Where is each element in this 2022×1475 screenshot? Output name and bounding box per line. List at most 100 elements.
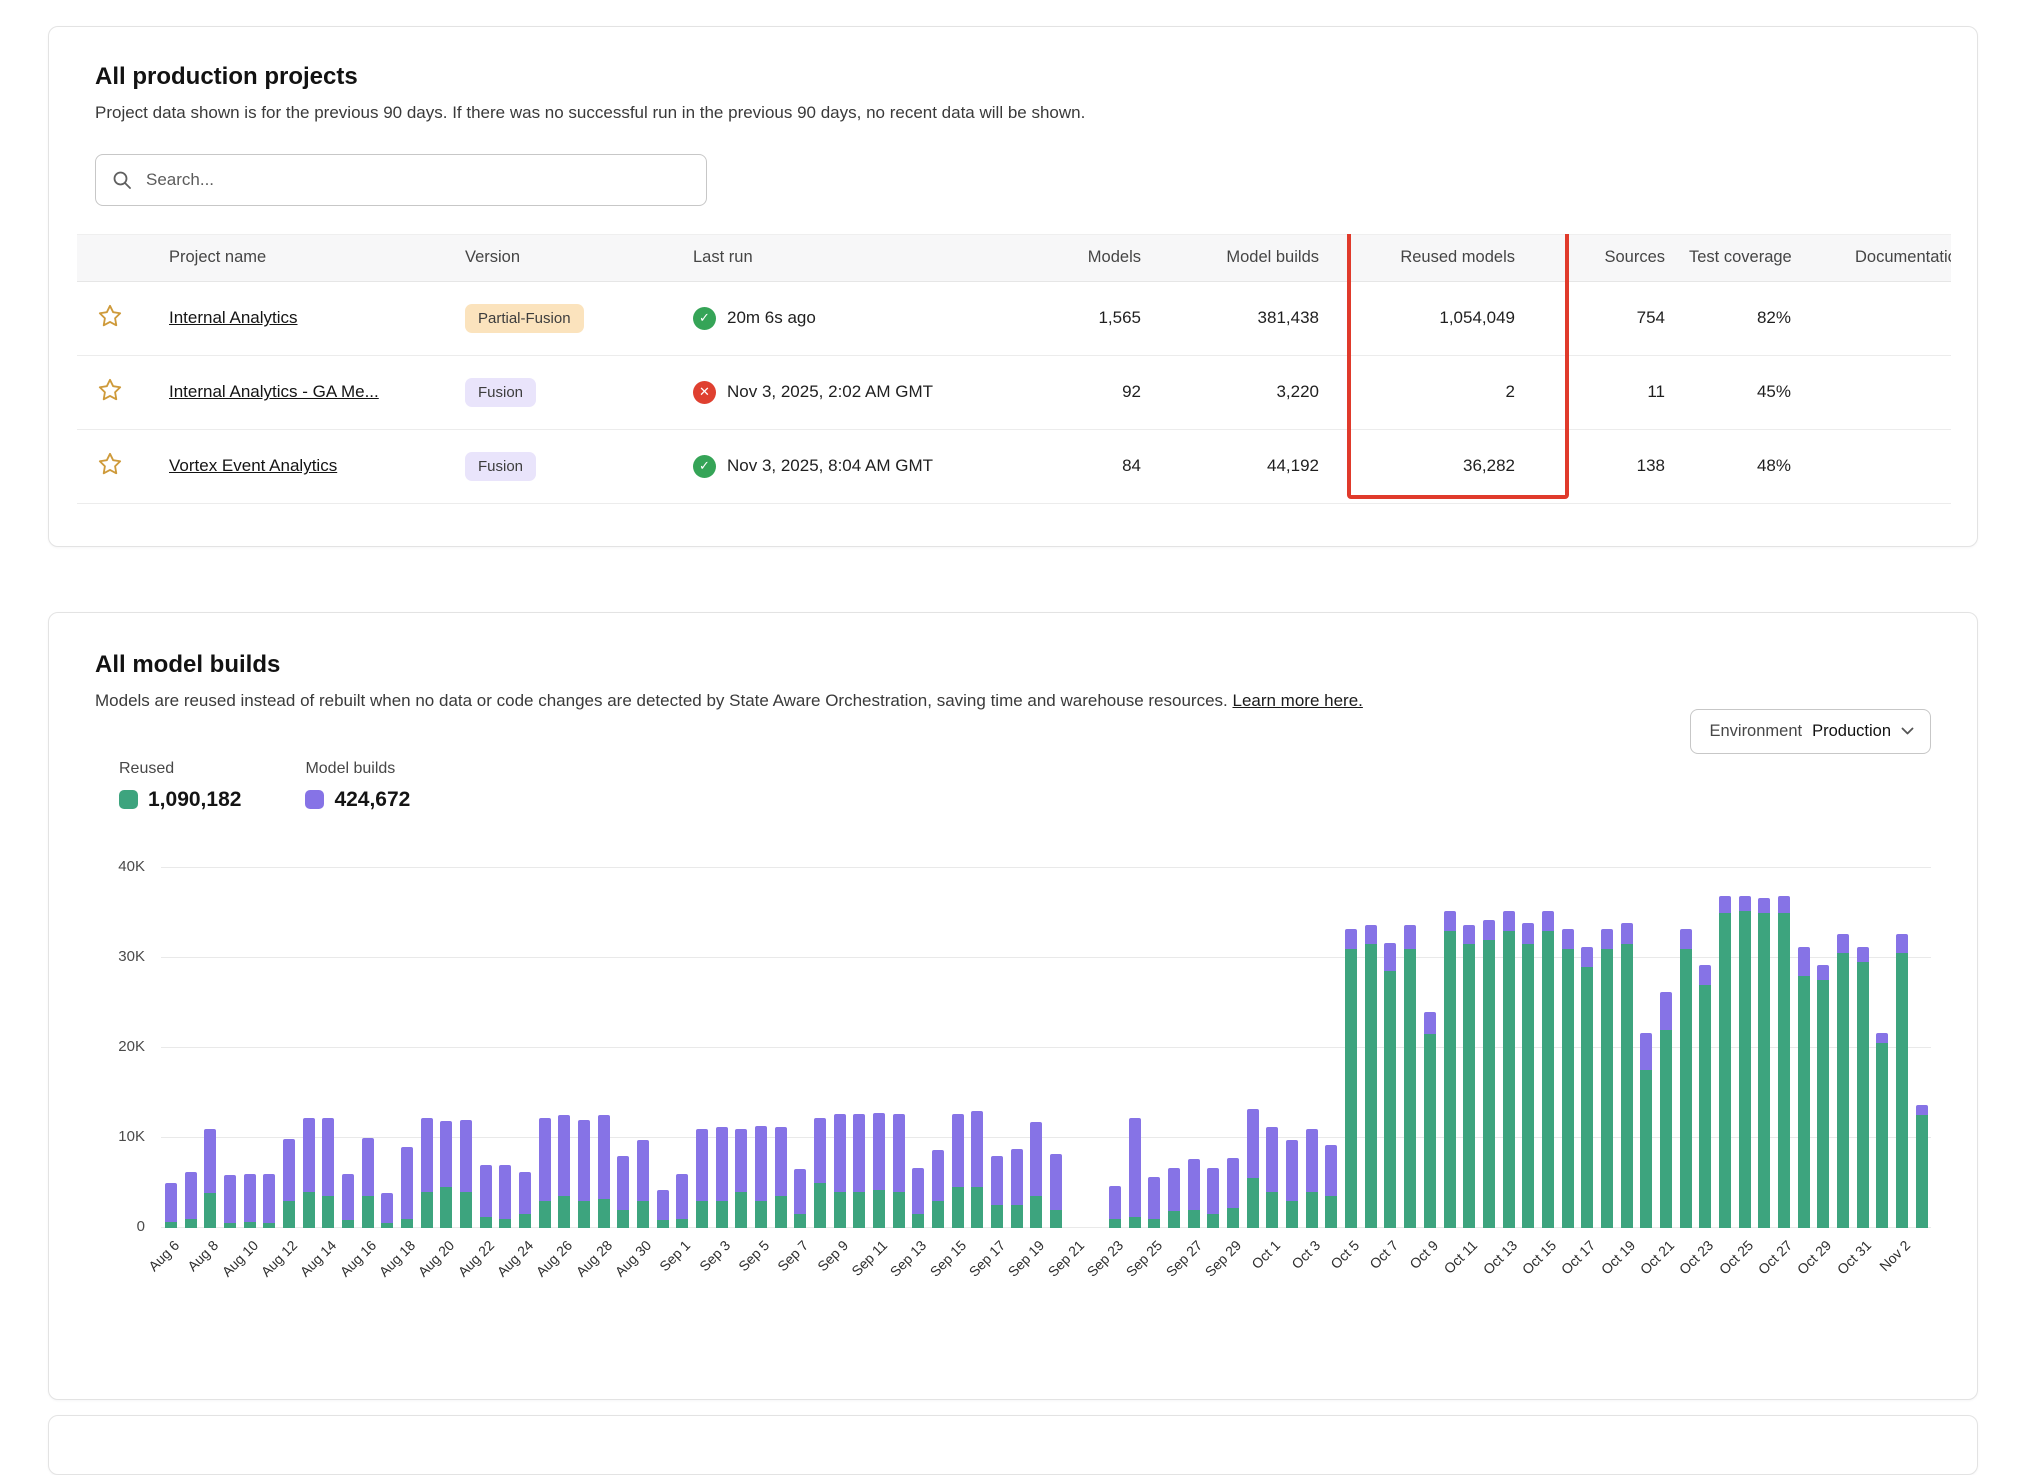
- col-models[interactable]: Models: [1011, 234, 1153, 281]
- bar[interactable]: Oct 31: [1853, 868, 1873, 1228]
- bar[interactable]: Oct 19: [1617, 868, 1637, 1228]
- bar[interactable]: Aug 24: [515, 868, 535, 1228]
- bar[interactable]: [1164, 868, 1184, 1228]
- col-last-run[interactable]: Last run: [681, 234, 1011, 281]
- bar[interactable]: Oct 5: [1341, 868, 1361, 1228]
- bar[interactable]: [1754, 868, 1774, 1228]
- bar[interactable]: [1676, 868, 1696, 1228]
- col-test-coverage[interactable]: Test coverage: [1677, 234, 1843, 281]
- project-name-link[interactable]: Vortex Event Analytics: [169, 456, 441, 476]
- bar[interactable]: [1794, 868, 1814, 1228]
- bar[interactable]: Aug 6: [161, 868, 181, 1228]
- bar[interactable]: Sep 27: [1184, 868, 1204, 1228]
- bar[interactable]: Oct 25: [1735, 868, 1755, 1228]
- bar[interactable]: Aug 16: [358, 868, 378, 1228]
- bar[interactable]: Oct 29: [1813, 868, 1833, 1228]
- bar[interactable]: [810, 868, 830, 1228]
- bar[interactable]: Oct 13: [1499, 868, 1519, 1228]
- favorite-star-icon[interactable]: [97, 377, 123, 403]
- bar[interactable]: Aug 12: [279, 868, 299, 1228]
- project-name-link[interactable]: Internal Analytics: [169, 308, 441, 328]
- bar[interactable]: Sep 11: [869, 868, 889, 1228]
- bar[interactable]: [1518, 868, 1538, 1228]
- bar[interactable]: [1243, 868, 1263, 1228]
- bar[interactable]: Sep 9: [830, 868, 850, 1228]
- bar[interactable]: [1361, 868, 1381, 1228]
- bar[interactable]: [613, 868, 633, 1228]
- bar[interactable]: [220, 868, 240, 1228]
- bar[interactable]: Nov 2: [1892, 868, 1912, 1228]
- bar[interactable]: Oct 9: [1420, 868, 1440, 1228]
- bar[interactable]: [1715, 868, 1735, 1228]
- bar[interactable]: [299, 868, 319, 1228]
- bar[interactable]: Oct 3: [1302, 868, 1322, 1228]
- environment-select[interactable]: Environment Production: [1690, 709, 1931, 754]
- bar[interactable]: [1046, 868, 1066, 1228]
- table-row[interactable]: Internal Analytics - GA Me... Fusion ✕ N…: [77, 355, 1951, 429]
- col-reused-models[interactable]: Reused models: [1331, 234, 1527, 281]
- table-row[interactable]: Vortex Event Analytics Fusion ✓ Nov 3, 2…: [77, 429, 1951, 503]
- bar[interactable]: Aug 28: [594, 868, 614, 1228]
- bar[interactable]: [1086, 868, 1106, 1228]
- bar[interactable]: Sep 21: [1066, 868, 1086, 1228]
- bar[interactable]: [535, 868, 555, 1228]
- bar[interactable]: Oct 7: [1381, 868, 1401, 1228]
- bar[interactable]: [1007, 868, 1027, 1228]
- bar[interactable]: [771, 868, 791, 1228]
- bar[interactable]: Oct 21: [1656, 868, 1676, 1228]
- bar[interactable]: Sep 13: [909, 868, 929, 1228]
- search-input[interactable]: [95, 154, 707, 206]
- bar[interactable]: [1912, 868, 1932, 1228]
- bar[interactable]: Oct 17: [1577, 868, 1597, 1228]
- bar[interactable]: [259, 868, 279, 1228]
- bar[interactable]: [968, 868, 988, 1228]
- bar[interactable]: Aug 8: [200, 868, 220, 1228]
- bar[interactable]: Sep 19: [1027, 868, 1047, 1228]
- bar[interactable]: [1872, 868, 1892, 1228]
- bar[interactable]: Sep 17: [987, 868, 1007, 1228]
- bar[interactable]: Sep 3: [712, 868, 732, 1228]
- bar[interactable]: [574, 868, 594, 1228]
- bar[interactable]: [1479, 868, 1499, 1228]
- bar[interactable]: Sep 15: [948, 868, 968, 1228]
- table-row[interactable]: Internal Analytics Partial-Fusion ✓ 20m …: [77, 281, 1951, 355]
- col-model-builds[interactable]: Model builds: [1153, 234, 1331, 281]
- bar[interactable]: Aug 14: [318, 868, 338, 1228]
- bar[interactable]: Oct 1: [1263, 868, 1283, 1228]
- bar[interactable]: [417, 868, 437, 1228]
- bar[interactable]: [1282, 868, 1302, 1228]
- bar[interactable]: [338, 868, 358, 1228]
- learn-more-link[interactable]: Learn more here.: [1232, 691, 1362, 710]
- bar[interactable]: [1322, 868, 1342, 1228]
- bar[interactable]: Sep 29: [1223, 868, 1243, 1228]
- bar[interactable]: Aug 20: [436, 868, 456, 1228]
- bar[interactable]: [928, 868, 948, 1228]
- bar[interactable]: [1597, 868, 1617, 1228]
- project-name-link[interactable]: Internal Analytics - GA Me...: [169, 382, 441, 402]
- bar[interactable]: Sep 7: [791, 868, 811, 1228]
- bar[interactable]: Oct 15: [1538, 868, 1558, 1228]
- bar[interactable]: Aug 30: [633, 868, 653, 1228]
- bar[interactable]: Aug 10: [240, 868, 260, 1228]
- col-version[interactable]: Version: [453, 234, 681, 281]
- bar[interactable]: [456, 868, 476, 1228]
- col-sources[interactable]: Sources: [1527, 234, 1677, 281]
- bar[interactable]: [850, 868, 870, 1228]
- bar[interactable]: [1558, 868, 1578, 1228]
- bar[interactable]: [1440, 868, 1460, 1228]
- bar[interactable]: Sep 1: [672, 868, 692, 1228]
- bar[interactable]: [181, 868, 201, 1228]
- bar[interactable]: [692, 868, 712, 1228]
- bar[interactable]: Oct 11: [1459, 868, 1479, 1228]
- bar[interactable]: Oct 23: [1695, 868, 1715, 1228]
- bar[interactable]: Oct 27: [1774, 868, 1794, 1228]
- bar[interactable]: [377, 868, 397, 1228]
- bar[interactable]: [653, 868, 673, 1228]
- bar[interactable]: [1125, 868, 1145, 1228]
- bar[interactable]: [1204, 868, 1224, 1228]
- bar[interactable]: Sep 5: [751, 868, 771, 1228]
- bar[interactable]: Sep 25: [1145, 868, 1165, 1228]
- favorite-star-icon[interactable]: [97, 303, 123, 329]
- bar[interactable]: Aug 18: [397, 868, 417, 1228]
- favorite-star-icon[interactable]: [97, 451, 123, 477]
